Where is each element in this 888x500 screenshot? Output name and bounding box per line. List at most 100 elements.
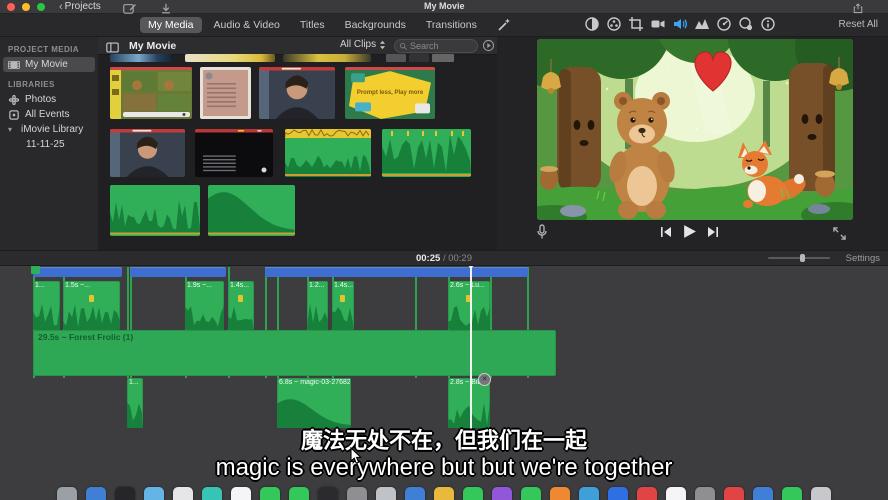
color-correction-icon[interactable] <box>606 16 622 32</box>
dock-app-icon[interactable] <box>463 487 483 500</box>
import-media-icon[interactable] <box>159 1 173 12</box>
tab-my-media[interactable]: My Media <box>140 17 202 33</box>
dock-app-icon[interactable] <box>666 487 686 500</box>
sidebar-item-my-movie[interactable]: My Movie <box>3 57 95 72</box>
media-thumbnail-forest-collage[interactable] <box>110 67 192 119</box>
search-box[interactable] <box>394 39 478 53</box>
dock-app-icon[interactable] <box>115 487 135 500</box>
dock-app-icon[interactable] <box>405 487 425 500</box>
dock-app-icon[interactable] <box>202 487 222 500</box>
media-thumbnail-document[interactable] <box>200 67 251 119</box>
projects-back-button[interactable]: ‹ Projects <box>59 1 101 13</box>
sidebar-toggle-icon[interactable] <box>106 40 119 51</box>
stabilization-icon[interactable] <box>650 16 666 32</box>
media-thumbnail-audio-yellowtop[interactable] <box>285 129 371 177</box>
media-thumbnail-person[interactable] <box>110 129 185 177</box>
sidebar-item-all-events[interactable]: All Events <box>0 107 98 122</box>
timeline-mini-clip[interactable] <box>31 265 40 274</box>
dock-app-icon[interactable] <box>289 487 309 500</box>
media-thumbnail-promo[interactable]: Prompt less, Play more <box>345 67 435 119</box>
timeline-clip[interactable]: 1.2... <box>307 281 328 330</box>
tab-titles[interactable]: Titles <box>292 17 333 33</box>
dock-app-icon[interactable] <box>637 487 657 500</box>
reset-all-button[interactable]: Reset All <box>839 19 878 30</box>
close-window-button[interactable] <box>7 3 15 11</box>
dock-app-icon[interactable] <box>260 487 280 500</box>
timeline-title-bar[interactable] <box>130 267 226 277</box>
playhead[interactable] <box>470 264 472 440</box>
noise-reduction-icon[interactable] <box>694 16 710 32</box>
dock-app-icon[interactable] <box>550 487 570 500</box>
clip-close-badge[interactable]: ✕ <box>478 373 491 386</box>
chevron-down-icon[interactable]: ▾ <box>8 125 16 134</box>
dock-app-icon[interactable] <box>318 487 338 500</box>
media-thumbnail-screen[interactable] <box>195 129 273 177</box>
dock-app-icon[interactable] <box>782 487 802 500</box>
color-balance-icon[interactable] <box>584 16 600 32</box>
dock-app-icon[interactable] <box>695 487 715 500</box>
volume-icon[interactable] <box>672 16 688 32</box>
dock-app-icon[interactable] <box>579 487 599 500</box>
timeline-clip[interactable]: 29.5s ~ Forest Frolic (1) <box>33 330 556 376</box>
info-icon[interactable] <box>760 16 776 32</box>
dock-app-icon[interactable] <box>434 487 454 500</box>
timeline-title-bar[interactable] <box>33 267 122 277</box>
crop-icon[interactable] <box>628 16 644 32</box>
sidebar-item-imovie-library[interactable]: ▾ iMovie Library <box>0 122 98 137</box>
dock-app-icon[interactable] <box>86 487 106 500</box>
media-thumbnail-person[interactable] <box>259 67 335 119</box>
timeline-clip[interactable]: 6.8s ~ magic-03-276824 <box>277 378 351 428</box>
media-strip-strip-blue[interactable] <box>110 54 173 62</box>
timeline-zoom-slider[interactable] <box>768 257 830 259</box>
dock-app-icon[interactable] <box>173 487 193 500</box>
fullscreen-icon[interactable] <box>833 227 846 240</box>
dock-app-icon[interactable] <box>231 487 251 500</box>
voiceover-mic-icon[interactable] <box>535 224 549 240</box>
dock-app-icon[interactable] <box>521 487 541 500</box>
tab-backgrounds[interactable]: Backgrounds <box>337 17 414 33</box>
timeline-clip[interactable]: 1... <box>33 281 60 330</box>
media-strip-strip-dark[interactable] <box>283 54 371 62</box>
zoom-slider-thumb[interactable] <box>800 254 805 262</box>
dock-app-icon[interactable] <box>608 487 628 500</box>
timeline-clip[interactable]: 1.5s ~... <box>63 281 120 330</box>
timeline-title-bar[interactable] <box>265 267 528 277</box>
share-icon[interactable] <box>852 1 864 12</box>
media-strip-strip-icons[interactable] <box>386 54 456 62</box>
sidebar-item-event-11-11-25[interactable]: 11-11-25 <box>0 137 98 152</box>
media-thumbnail-audio-decay[interactable] <box>208 185 295 236</box>
speed-icon[interactable] <box>716 16 732 32</box>
timeline[interactable]: 1...1.5s ~...1.9s ~...1.4s...1.2...1.4s.… <box>0 264 888 500</box>
dock-app-icon[interactable] <box>753 487 773 500</box>
settings-button[interactable]: Settings <box>846 253 880 264</box>
dock-app-icon[interactable] <box>347 487 367 500</box>
timeline-clip[interactable]: 1... <box>127 378 143 428</box>
search-input[interactable] <box>408 40 472 52</box>
tab-audio-video[interactable]: Audio & Video <box>206 17 288 33</box>
dock-app-icon[interactable] <box>376 487 396 500</box>
sidebar-item-photos[interactable]: Photos <box>0 92 98 107</box>
timeline-clip[interactable]: 2.6s ~ Lu... <box>448 281 490 330</box>
dock-app-icon[interactable] <box>492 487 512 500</box>
previous-frame-button[interactable] <box>659 226 673 238</box>
minimize-window-button[interactable] <box>22 3 30 11</box>
timeline-clip[interactable]: 1.4s... <box>332 281 354 330</box>
browser-forward-icon[interactable] <box>482 39 495 52</box>
media-thumbnail-audio-spiky[interactable] <box>382 129 471 177</box>
zoom-window-button[interactable] <box>37 3 45 11</box>
enhance-wand-icon[interactable] <box>496 17 512 33</box>
media-thumbnail-audio-wave[interactable] <box>110 185 200 236</box>
timeline-clip[interactable]: 1.4s... <box>228 281 254 330</box>
tab-transitions[interactable]: Transitions <box>418 17 485 33</box>
dock-app-icon[interactable] <box>724 487 744 500</box>
dock-app-icon[interactable] <box>144 487 164 500</box>
all-clips-filter[interactable]: All Clips <box>340 39 386 50</box>
media-strip-strip-cream[interactable] <box>185 54 275 62</box>
next-frame-button[interactable] <box>706 226 720 238</box>
play-button[interactable] <box>682 224 697 239</box>
dock-app-icon[interactable] <box>811 487 831 500</box>
timeline-clip[interactable]: 1.9s ~... <box>185 281 224 330</box>
new-project-icon[interactable] <box>123 1 137 12</box>
effects-icon[interactable] <box>738 16 754 32</box>
dock-app-icon[interactable] <box>57 487 77 500</box>
